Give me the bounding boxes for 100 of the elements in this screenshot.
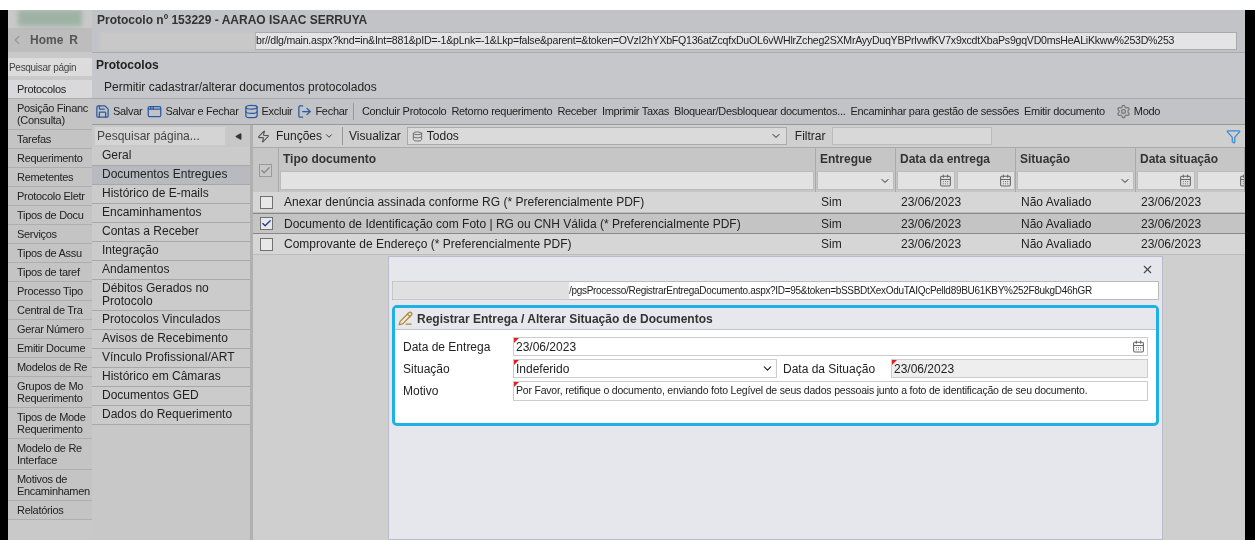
row-checkbox[interactable] <box>259 195 273 209</box>
table-cell-text: Não Avaliado <box>1020 215 1093 233</box>
required-mark-icon <box>514 382 519 387</box>
date-filter-field[interactable] <box>1137 171 1195 190</box>
menu-item[interactable]: Gerar Número <box>8 320 92 339</box>
menu-item[interactable]: Motivos de Encaminhamen <box>8 470 92 501</box>
toolbar-button[interactable]: Concluir Protocolo <box>352 103 447 120</box>
row-checkbox[interactable] <box>259 217 273 230</box>
calendar-icon[interactable] <box>999 174 1012 187</box>
menu-item[interactable]: Relatórios <box>8 501 92 520</box>
view-select[interactable]: Todos <box>406 127 787 145</box>
menu-item[interactable]: Emitir Docume <box>8 339 92 358</box>
menu-item[interactable]: Central de Tra <box>8 301 92 320</box>
table-cell-text: Anexar denúncia assinada conforme RG (* Preferencialmente PDF) <box>283 194 646 211</box>
menu-item[interactable]: Remetentes <box>8 168 92 187</box>
table-row[interactable]: Comprovante de Endereço (* Preferencialmente PDF) Sim 23/06/2023 Não Avaliado 23/06/2023 <box>253 234 1245 255</box>
reason-field[interactable]: Por Favor, retifique o documento, enviando foto Legível de seus dados pessoais junto a foto de identificação de seu documento. <box>513 381 1148 401</box>
nav-item[interactable]: Histórico em Câmaras <box>92 368 250 387</box>
table-cell-text: Sim <box>820 215 843 233</box>
column-header[interactable]: Data da entrega <box>896 148 1015 170</box>
menu-item[interactable]: Tipos de Assu <box>8 244 92 263</box>
collapse-arrow-icon[interactable] <box>235 132 242 140</box>
toolbar-button[interactable]: Modo <box>1115 103 1161 120</box>
caret-icon <box>324 131 335 141</box>
column-header[interactable]: Entregue <box>816 148 895 170</box>
table-cell-text: 23/06/2023 <box>1140 215 1203 233</box>
toolbar-button[interactable]: Receber <box>557 103 597 120</box>
menu-item[interactable]: Tipos de Docu <box>8 206 92 225</box>
menu-item[interactable]: Tipos de Mode Requerimento <box>8 408 92 439</box>
nav-item[interactable]: Débitos Gerados no Protocolo <box>92 280 250 311</box>
view-label: Visualizar <box>349 128 401 145</box>
nav-item[interactable]: Contas a Receber <box>92 223 250 242</box>
table-cell-text: 23/06/2023 <box>900 236 963 253</box>
column-header[interactable]: Data situação <box>1136 148 1244 170</box>
filter-icon[interactable] <box>1226 128 1241 144</box>
menu-item[interactable]: Modelo de Re Interface <box>8 439 92 470</box>
menu-item[interactable]: Protocolo Eletr <box>8 187 92 206</box>
status-select[interactable]: Indeferido <box>513 359 777 378</box>
nav-item[interactable]: Avisos de Recebimento <box>92 330 250 349</box>
nav-item[interactable]: Geral <box>92 147 250 166</box>
toolbar-button[interactable]: Bloquear/Desbloquear documentos... <box>674 103 846 120</box>
window-icon <box>147 104 163 119</box>
page-title: Protocolos <box>96 56 160 74</box>
search-field[interactable]: Pesquisar página... <box>95 127 225 145</box>
menu-item[interactable]: Processo Tipo <box>8 282 92 301</box>
calendar-icon[interactable] <box>1132 340 1145 353</box>
menu-item[interactable]: Protocolos <box>8 80 92 99</box>
search-field[interactable]: Pesquisar págin <box>8 58 92 76</box>
column-header[interactable]: Tipo documento <box>279 148 815 170</box>
window-title: Protocolo nº 153229 - AARAO ISAAC SERRUYA <box>96 12 369 29</box>
required-mark-icon <box>514 360 519 365</box>
toolbar-button[interactable]: Salvar <box>95 103 143 120</box>
column-header[interactable]: Situação <box>1016 148 1135 170</box>
menu-item[interactable]: Tipos de taref <box>8 263 92 282</box>
calendar-icon[interactable] <box>939 174 952 187</box>
nav-item[interactable]: Documentos Entregues <box>92 166 250 185</box>
field-label: Data de Entrega <box>403 338 492 356</box>
filter-field[interactable] <box>831 127 992 145</box>
toolbar-button[interactable]: Excluir <box>243 103 293 120</box>
toolbar-button[interactable]: Encaminhar para gestão de sessões <box>850 103 1020 120</box>
nav-item[interactable]: Vínculo Profissional/ART <box>92 349 250 368</box>
table-cell-text: 23/06/2023 <box>1140 194 1203 211</box>
nav-item[interactable]: Integração <box>92 242 250 261</box>
nav-item[interactable]: Andamentos <box>92 261 250 280</box>
nav-item[interactable]: Dados do Requerimento <box>92 406 250 425</box>
menu-item[interactable]: Tarefas <box>8 130 92 149</box>
date-field[interactable]: 23/06/2023 <box>513 337 1148 356</box>
row-checkbox[interactable] <box>259 237 273 251</box>
pencil-icon <box>398 311 413 326</box>
toolbar-button[interactable]: Emitir documento <box>1024 103 1105 120</box>
table-cell-text: Comprovante de Endereço (* Preferencialmente PDF) <box>283 236 573 253</box>
toolbar-button[interactable]: Salvar e Fechar <box>147 103 239 120</box>
toolbar-button[interactable]: Retorno requerimento <box>451 103 553 120</box>
url-field: br//dlg/main.aspx?knd=in&Int=881&pID=-1&pLnk=-1&Lkp=false&parent=&token=OVzI2hYXbFQ136atZcqfxDuOL6vWHlrZcheg2SXMrAyyDuqYBPrlvwfKV7x9xcdtXbaPs9gqVD0msHeALiKkww%253D%253 <box>255 32 1237 50</box>
date-filter-field[interactable] <box>957 171 1015 190</box>
table-row[interactable]: Anexar denúncia assinada conforme RG (* Preferencialmente PDF) Sim 23/06/2023 Não Avaliado 23/06/2023 <box>253 192 1245 213</box>
menu-item[interactable]: Posição Financ (Consulta) <box>8 99 92 130</box>
menu-item[interactable]: Serviços <box>8 225 92 244</box>
toolbar-button[interactable]: Fechar <box>297 103 348 120</box>
date-filter-field[interactable] <box>897 171 955 190</box>
column-filter-field[interactable] <box>280 171 814 190</box>
date-field: 23/06/2023 <box>891 359 1148 378</box>
table-cell-text: 23/06/2023 <box>900 215 963 233</box>
menu-item[interactable]: Modelos de Re <box>8 358 92 377</box>
date-filter-field[interactable] <box>1197 171 1244 190</box>
home-tab[interactable]: Home <box>30 31 64 49</box>
menu-tab[interactable]: R <box>69 31 78 49</box>
filter-label: Filtrar <box>794 128 826 145</box>
nav-item[interactable]: Protocolos Vinculados <box>92 311 250 330</box>
calendar-icon[interactable] <box>1179 174 1192 187</box>
nav-item[interactable]: Encaminhamentos <box>92 204 250 223</box>
functions-menu[interactable]: Funções <box>276 127 344 145</box>
menu-item[interactable]: Grupos de Mo Requerimento <box>8 377 92 408</box>
required-mark-icon <box>514 338 519 343</box>
menu-item[interactable]: Requerimento <box>8 149 92 168</box>
table-row[interactable]: Documento de Identificação com Foto | RG ou CNH Válida (* Preferencialmente PDF) Sim 23/06/2023 Não Avaliado 23/06/2023 <box>253 213 1245 234</box>
nav-item[interactable]: Documentos GED <box>92 387 250 406</box>
database-icon <box>243 104 259 119</box>
nav-item[interactable]: Histórico de E-mails <box>92 185 250 204</box>
toolbar-button[interactable]: Imprimir Taxas <box>601 103 669 120</box>
